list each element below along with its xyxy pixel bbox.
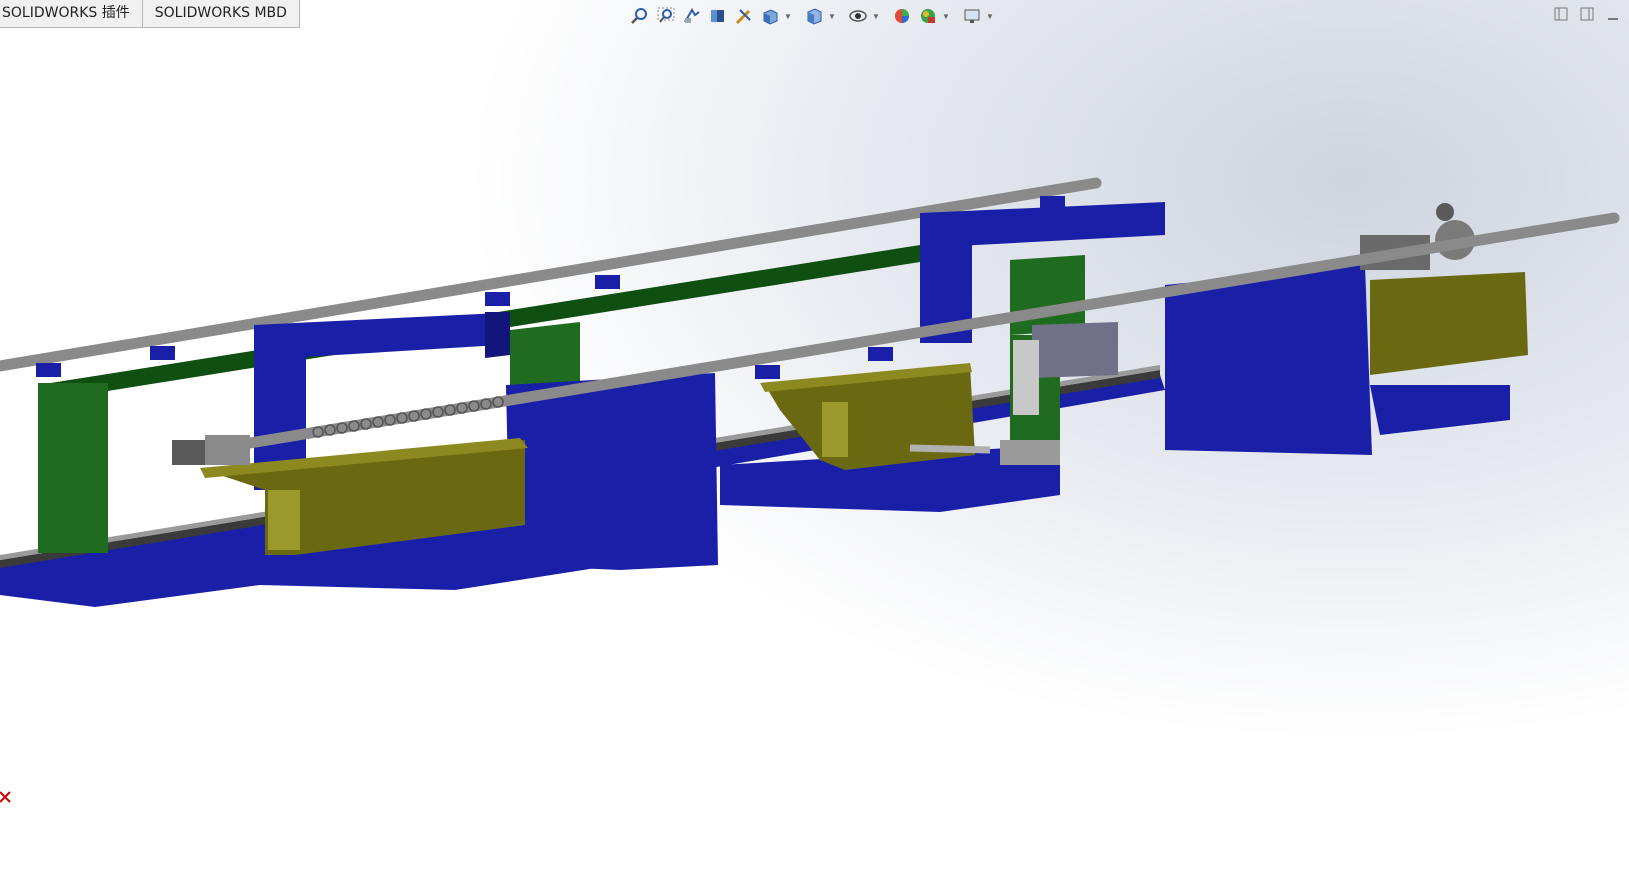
- section-view-icon[interactable]: [706, 5, 730, 27]
- zoom-to-area-icon[interactable]: [654, 5, 678, 27]
- chevron-down-icon[interactable]: ▼: [872, 5, 880, 27]
- view-orientation-icon[interactable]: [758, 5, 782, 27]
- tab-solidworks-addins[interactable]: SOLIDWORKS 插件: [0, 0, 143, 28]
- minimize-icon[interactable]: [1605, 6, 1621, 22]
- drive-motor-left: [172, 435, 250, 465]
- command-manager-tabs: SOLIDWORKS 插件 SOLIDWORKS MBD: [0, 0, 300, 28]
- chevron-down-icon[interactable]: ▼: [942, 5, 950, 27]
- hide-show-items-icon[interactable]: [846, 5, 870, 27]
- tab-solidworks-mbd[interactable]: SOLIDWORKS MBD: [142, 0, 300, 28]
- previous-view-icon[interactable]: [680, 5, 704, 27]
- chevron-down-icon[interactable]: ▼: [986, 5, 994, 27]
- display-style-icon[interactable]: [802, 5, 826, 27]
- base-plate-4: [1370, 385, 1510, 435]
- reference-triad-x-icon: [0, 791, 11, 803]
- view-settings-icon[interactable]: [960, 5, 984, 27]
- window-controls: [1553, 6, 1621, 22]
- graphics-area[interactable]: [0, 0, 1629, 872]
- dynamic-annotation-icon[interactable]: [732, 5, 756, 27]
- zoom-to-fit-icon[interactable]: [628, 5, 652, 27]
- olive-carriage-right: [1370, 272, 1528, 375]
- tile-right-icon[interactable]: [1579, 6, 1595, 22]
- apply-scene-icon[interactable]: [916, 5, 940, 27]
- heads-up-view-toolbar: ▼ ▼ ▼ ▼ ▼: [628, 4, 994, 28]
- blue-gantry-right: [1165, 265, 1372, 455]
- edit-appearance-icon[interactable]: [890, 5, 914, 27]
- chevron-down-icon[interactable]: ▼: [784, 5, 792, 27]
- chevron-down-icon[interactable]: ▼: [828, 5, 836, 27]
- tile-left-icon[interactable]: [1553, 6, 1569, 22]
